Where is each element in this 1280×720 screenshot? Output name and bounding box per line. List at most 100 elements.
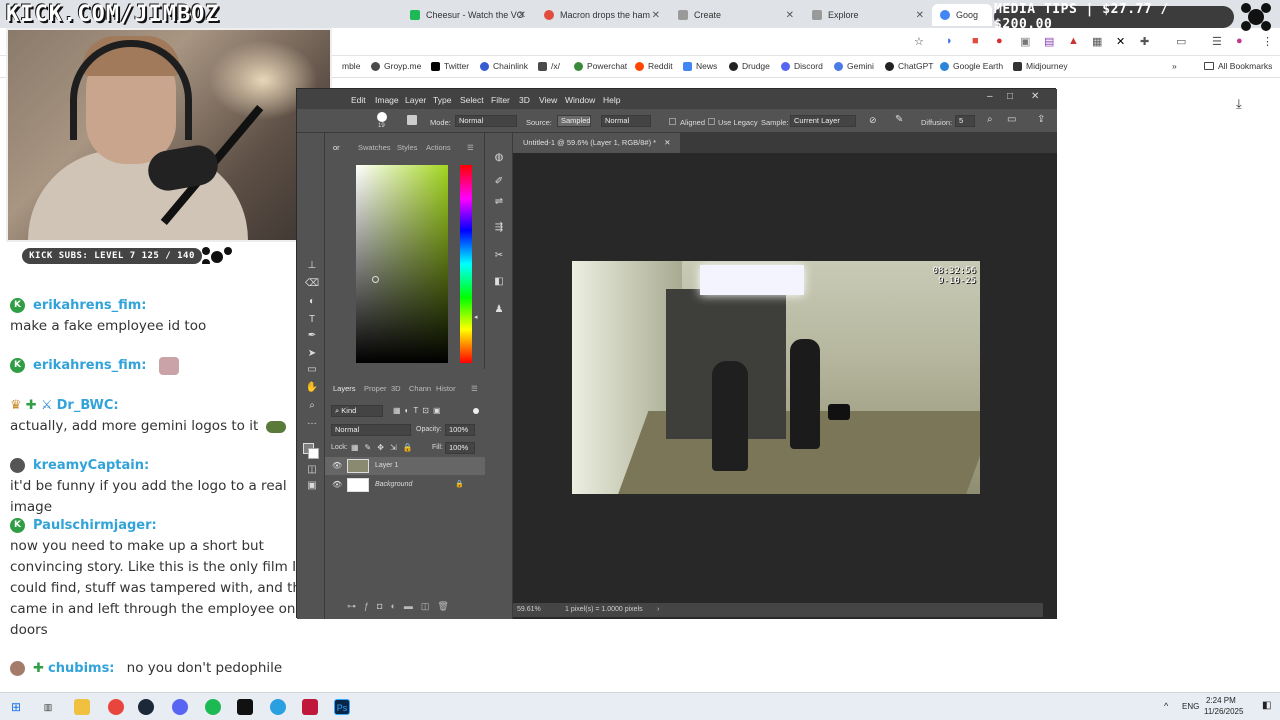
tab-history[interactable]: Histor <box>436 384 456 393</box>
hue-slider-handle[interactable]: ◂ <box>474 313 478 321</box>
menu-image[interactable]: Image <box>375 95 399 105</box>
chat-username[interactable]: chubims: <box>48 661 114 676</box>
menu-edit[interactable]: Edit <box>351 95 366 105</box>
chat-username[interactable]: kreamyCaptain: <box>33 458 149 473</box>
search-icon[interactable]: ⌕ <box>987 114 993 125</box>
brush-preview-icon[interactable] <box>377 112 387 122</box>
shape-tool-icon[interactable]: ▭ <box>305 363 319 377</box>
menu-help[interactable]: Help <box>603 95 620 105</box>
tab-google[interactable]: Goog <box>932 4 992 26</box>
tab-create[interactable]: Create ✕ <box>670 4 800 26</box>
tab-properties[interactable]: Proper <box>364 384 387 393</box>
close-icon[interactable]: ✕ <box>916 10 924 21</box>
stamp-tool-icon[interactable]: ⊥ <box>305 259 319 273</box>
eye-icon[interactable]: 👁 <box>332 457 342 475</box>
close-icon[interactable]: ✕ <box>1031 91 1039 102</box>
extension-icon[interactable]: ◗ <box>946 35 953 47</box>
task-view-icon[interactable]: ▥ <box>40 699 56 715</box>
tab-layers[interactable]: Layers <box>333 384 356 393</box>
bookmarks-overflow-button[interactable]: » <box>1172 61 1177 71</box>
menu-list-icon[interactable]: ☰ <box>1212 35 1222 48</box>
maximize-icon[interactable]: □ <box>1007 91 1013 102</box>
eye-icon[interactable]: 👁 <box>332 476 342 494</box>
filter-toggle[interactable] <box>473 408 479 414</box>
bookmark-item[interactable]: Reddit <box>635 61 673 71</box>
source-mode-select[interactable]: Normal <box>601 115 651 127</box>
bookmark-item[interactable]: Midjourney <box>1013 61 1068 71</box>
menu-layer[interactable]: Layer <box>405 95 426 105</box>
chat-username[interactable]: erikahrens_fim: <box>33 298 146 313</box>
menu-select[interactable]: Select <box>460 95 484 105</box>
source-sampled-button[interactable]: Sampled <box>557 115 591 127</box>
extension-icon[interactable]: ▣ <box>1020 35 1030 48</box>
path-select-tool-icon[interactable]: ➤ <box>305 347 319 361</box>
zoom-level[interactable]: 59.61% <box>517 603 541 617</box>
pressure-icon[interactable]: ✎ <box>895 114 903 125</box>
windows-start-icon[interactable]: ⊞ <box>8 699 24 715</box>
properties-icon[interactable]: ⇶ <box>492 221 506 235</box>
file-explorer-icon[interactable] <box>74 699 90 715</box>
tab-styles[interactable]: Styles <box>397 143 417 152</box>
libraries-icon[interactable]: ◧ <box>492 275 506 289</box>
bookmark-item[interactable]: Groyp.me <box>371 61 421 71</box>
layer-row[interactable]: 👁 Layer 1 <box>325 457 485 475</box>
tab-swatches[interactable]: Swatches <box>358 143 391 152</box>
sample-select[interactable]: Current Layer <box>790 115 856 127</box>
reading-list-icon[interactable]: ▭ <box>1176 35 1186 48</box>
bookmark-item[interactable]: Powerchat <box>574 61 627 71</box>
chrome-icon[interactable] <box>108 699 124 715</box>
bookmark-item[interactable]: Google Earth <box>940 61 1003 71</box>
bookmark-item[interactable]: Gemini <box>834 61 874 71</box>
diffusion-select[interactable]: 5 <box>955 115 975 127</box>
terminal-icon[interactable] <box>237 699 253 715</box>
menu-type[interactable]: Type <box>433 95 451 105</box>
extension-icon[interactable]: ▤ <box>1044 35 1054 48</box>
layer-filter-icons[interactable]: ▦◐T⊡▣ <box>393 406 445 415</box>
clone-source-panel-icon[interactable]: ♟ <box>492 303 506 317</box>
menu-filter[interactable]: Filter <box>491 95 510 105</box>
quick-mask-icon[interactable]: ◫ <box>305 463 319 477</box>
puzzle-icon[interactable]: ✚ <box>1140 35 1149 48</box>
tab-channels[interactable]: Chann <box>409 384 431 393</box>
canvas-image[interactable]: 08:32:56 9-10-25 <box>572 261 980 494</box>
extension-icon[interactable]: ▲ <box>1068 35 1079 47</box>
aligned-checkbox[interactable] <box>669 118 676 125</box>
language-indicator[interactable]: ENG <box>1182 702 1199 711</box>
bucket-tool-icon[interactable]: ◐ <box>305 295 319 309</box>
color-picker-cursor[interactable] <box>372 276 379 283</box>
layer-row[interactable]: 👁 Background 🔒 <box>325 476 485 494</box>
steam-icon[interactable] <box>138 699 154 715</box>
chat-username[interactable]: erikahrens_fim: <box>33 358 146 373</box>
brush-panel-icon[interactable]: ✐ <box>492 175 506 189</box>
telegram-icon[interactable] <box>270 699 286 715</box>
opacity-input[interactable]: 100% <box>445 424 475 436</box>
ignore-adjustment-icon[interactable]: ⊘ <box>869 115 877 126</box>
fill-input[interactable]: 100% <box>445 442 475 454</box>
notification-icon[interactable]: ◧ <box>1262 700 1271 711</box>
bookmark-item[interactable]: Drudge <box>729 61 770 71</box>
adobe-icon[interactable] <box>302 699 318 715</box>
download-icon[interactable]: ⤓ <box>1236 96 1242 112</box>
tools-icon[interactable]: ✂ <box>492 249 506 263</box>
bookmark-item[interactable]: News <box>683 61 717 71</box>
more-tools-icon[interactable]: … <box>305 415 319 429</box>
bookmark-item[interactable]: Chainlink <box>480 61 528 71</box>
pen-tool-icon[interactable]: ✒ <box>305 329 319 343</box>
lock-icons[interactable]: ▦✎✥⇲🔒 <box>351 443 419 452</box>
star-icon[interactable]: ☆ <box>914 35 924 48</box>
tab-color[interactable]: or <box>333 143 340 152</box>
layer-footer-icons[interactable]: ⊶ƒ◘◐▬◫🗑 <box>347 601 457 612</box>
share-icon[interactable]: ⇪ <box>1037 114 1045 125</box>
layer-kind-filter[interactable]: ⌕ Kind <box>331 405 383 417</box>
hand-tool-icon[interactable]: ✋ <box>305 381 319 395</box>
minimize-icon[interactable]: – <box>987 91 993 102</box>
photoshop-icon[interactable]: Ps <box>334 699 350 715</box>
avatar[interactable]: ● <box>1236 35 1243 47</box>
close-icon[interactable]: ✕ <box>664 138 670 147</box>
bookmark-item[interactable]: /x/ <box>538 61 560 71</box>
chat-username[interactable]: Dr_BWC: <box>57 398 119 413</box>
bookmark-item[interactable]: ChatGPT <box>885 61 933 71</box>
extension-icon[interactable]: ● <box>996 35 1003 47</box>
bookmark-item[interactable]: mble <box>342 61 360 71</box>
close-icon[interactable]: ✕ <box>518 10 526 21</box>
